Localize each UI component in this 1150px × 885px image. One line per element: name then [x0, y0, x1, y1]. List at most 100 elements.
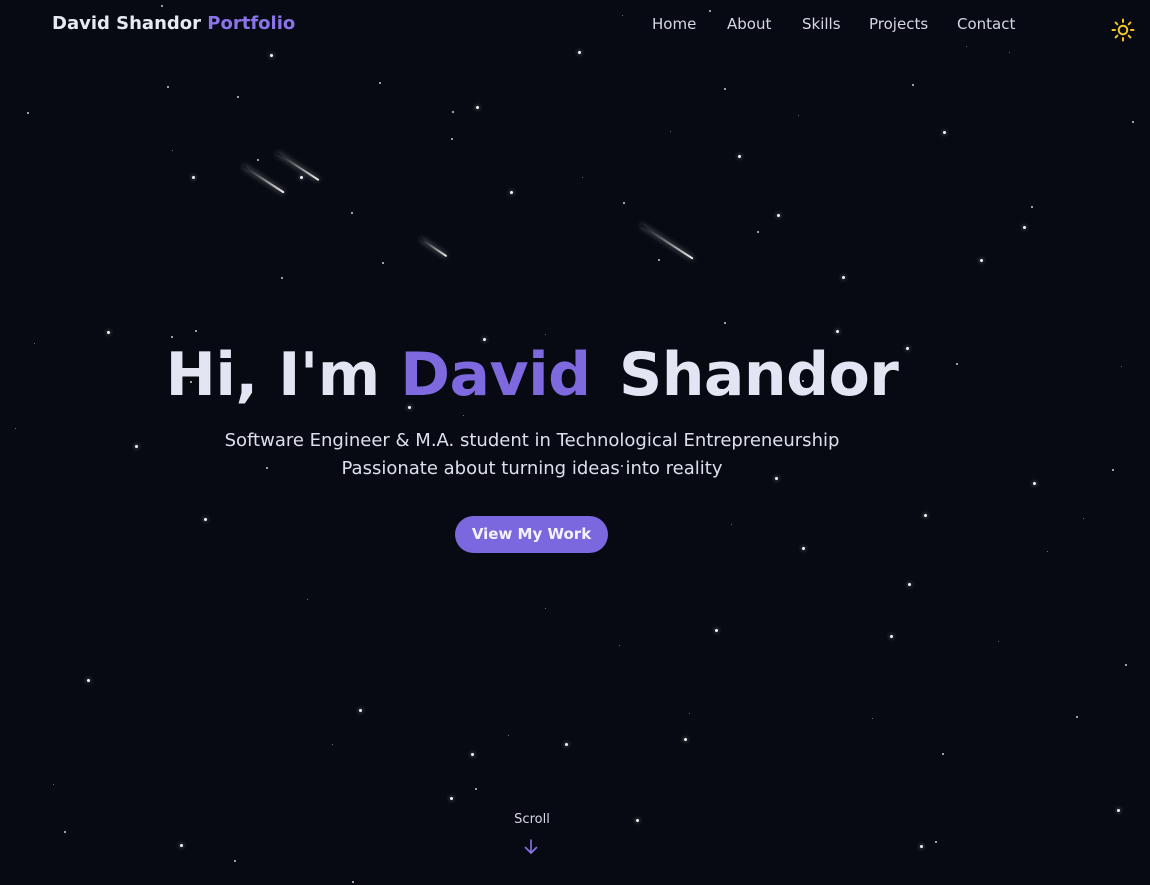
star [449, 796, 453, 800]
star [507, 734, 509, 736]
star [237, 96, 239, 98]
star [299, 175, 303, 179]
star [1046, 550, 1048, 552]
star [1076, 716, 1078, 718]
star [979, 258, 983, 262]
star [351, 212, 353, 214]
hero-first-name: David [400, 340, 591, 410]
star [1031, 206, 1033, 208]
star [757, 231, 759, 233]
star [581, 176, 583, 178]
star [688, 712, 690, 714]
star [801, 546, 805, 550]
brand-logo[interactable]: David Shandor Portfolio [52, 13, 295, 34]
star [544, 607, 546, 609]
star [935, 841, 937, 843]
star [462, 414, 464, 416]
star [841, 275, 845, 279]
star [737, 154, 741, 158]
star [475, 105, 479, 109]
nav-link-home[interactable]: Home [652, 15, 696, 33]
star [106, 330, 110, 334]
shooting-star [276, 152, 320, 182]
star [942, 753, 944, 755]
view-my-work-button[interactable]: View My Work [455, 516, 608, 553]
star [1032, 481, 1036, 485]
star [942, 130, 946, 134]
star [451, 138, 453, 140]
star [923, 513, 927, 517]
star [1120, 365, 1122, 367]
star [907, 582, 911, 586]
star [1022, 225, 1026, 229]
nav-link-about[interactable]: About [727, 15, 771, 33]
star [683, 737, 687, 741]
star [919, 844, 923, 848]
shooting-star [242, 165, 285, 194]
hero-last-name: Shandor [619, 340, 899, 410]
star [195, 330, 197, 332]
star [27, 112, 29, 114]
star [1008, 51, 1010, 53]
star [889, 634, 893, 638]
star [797, 114, 799, 116]
star [577, 50, 581, 54]
star [871, 717, 873, 719]
hero-subtitle-line2: Passionate about turning ideas into real… [341, 458, 723, 479]
star [179, 843, 183, 847]
star [618, 644, 620, 646]
star [776, 213, 780, 217]
star [544, 333, 546, 335]
star [382, 262, 384, 264]
star [86, 678, 90, 682]
star [835, 329, 839, 333]
brand-accent: Portfolio [207, 13, 296, 34]
star [269, 53, 273, 57]
nav-link-projects[interactable]: Projects [869, 15, 928, 33]
star [1132, 121, 1134, 123]
star [1116, 808, 1120, 812]
star [635, 818, 639, 822]
star [257, 159, 259, 161]
shooting-star [420, 238, 448, 258]
star [306, 598, 308, 600]
star [64, 831, 66, 833]
sun-icon[interactable] [1111, 18, 1135, 42]
star [1125, 664, 1127, 666]
nav-link-skills[interactable]: Skills [802, 15, 841, 33]
star [452, 111, 454, 113]
page: David Shandor Portfolio Home About Skill… [0, 0, 1150, 885]
star [352, 881, 354, 883]
star [912, 84, 914, 86]
star [714, 628, 718, 632]
navbar: David Shandor Portfolio Home About Skill… [0, 0, 1150, 50]
star [509, 190, 513, 194]
star [191, 175, 195, 179]
hero-greeting: Hi, I'm [165, 340, 381, 410]
star [52, 783, 54, 785]
nav-link-contact[interactable]: Contact [957, 15, 1015, 33]
star [331, 743, 333, 745]
star [724, 88, 726, 90]
star [564, 742, 568, 746]
star [171, 336, 173, 338]
star [470, 752, 474, 756]
star [658, 259, 660, 261]
hero-heading: Hi, I'm David Shandor [0, 340, 1064, 410]
star [997, 640, 999, 642]
star [475, 788, 477, 790]
hero-subtitle-line1: Software Engineer & M.A. student in Tech… [224, 430, 840, 451]
star [1112, 469, 1114, 471]
arrow-down-icon[interactable] [523, 838, 539, 856]
brand-name: David Shandor [52, 13, 202, 34]
star [724, 322, 726, 324]
star [234, 860, 236, 862]
star [358, 708, 362, 712]
star [669, 130, 671, 132]
star [203, 517, 207, 521]
shooting-star [640, 224, 694, 260]
star [171, 149, 173, 151]
star [730, 523, 732, 525]
star [1082, 517, 1084, 519]
scroll-label: Scroll [514, 812, 550, 827]
